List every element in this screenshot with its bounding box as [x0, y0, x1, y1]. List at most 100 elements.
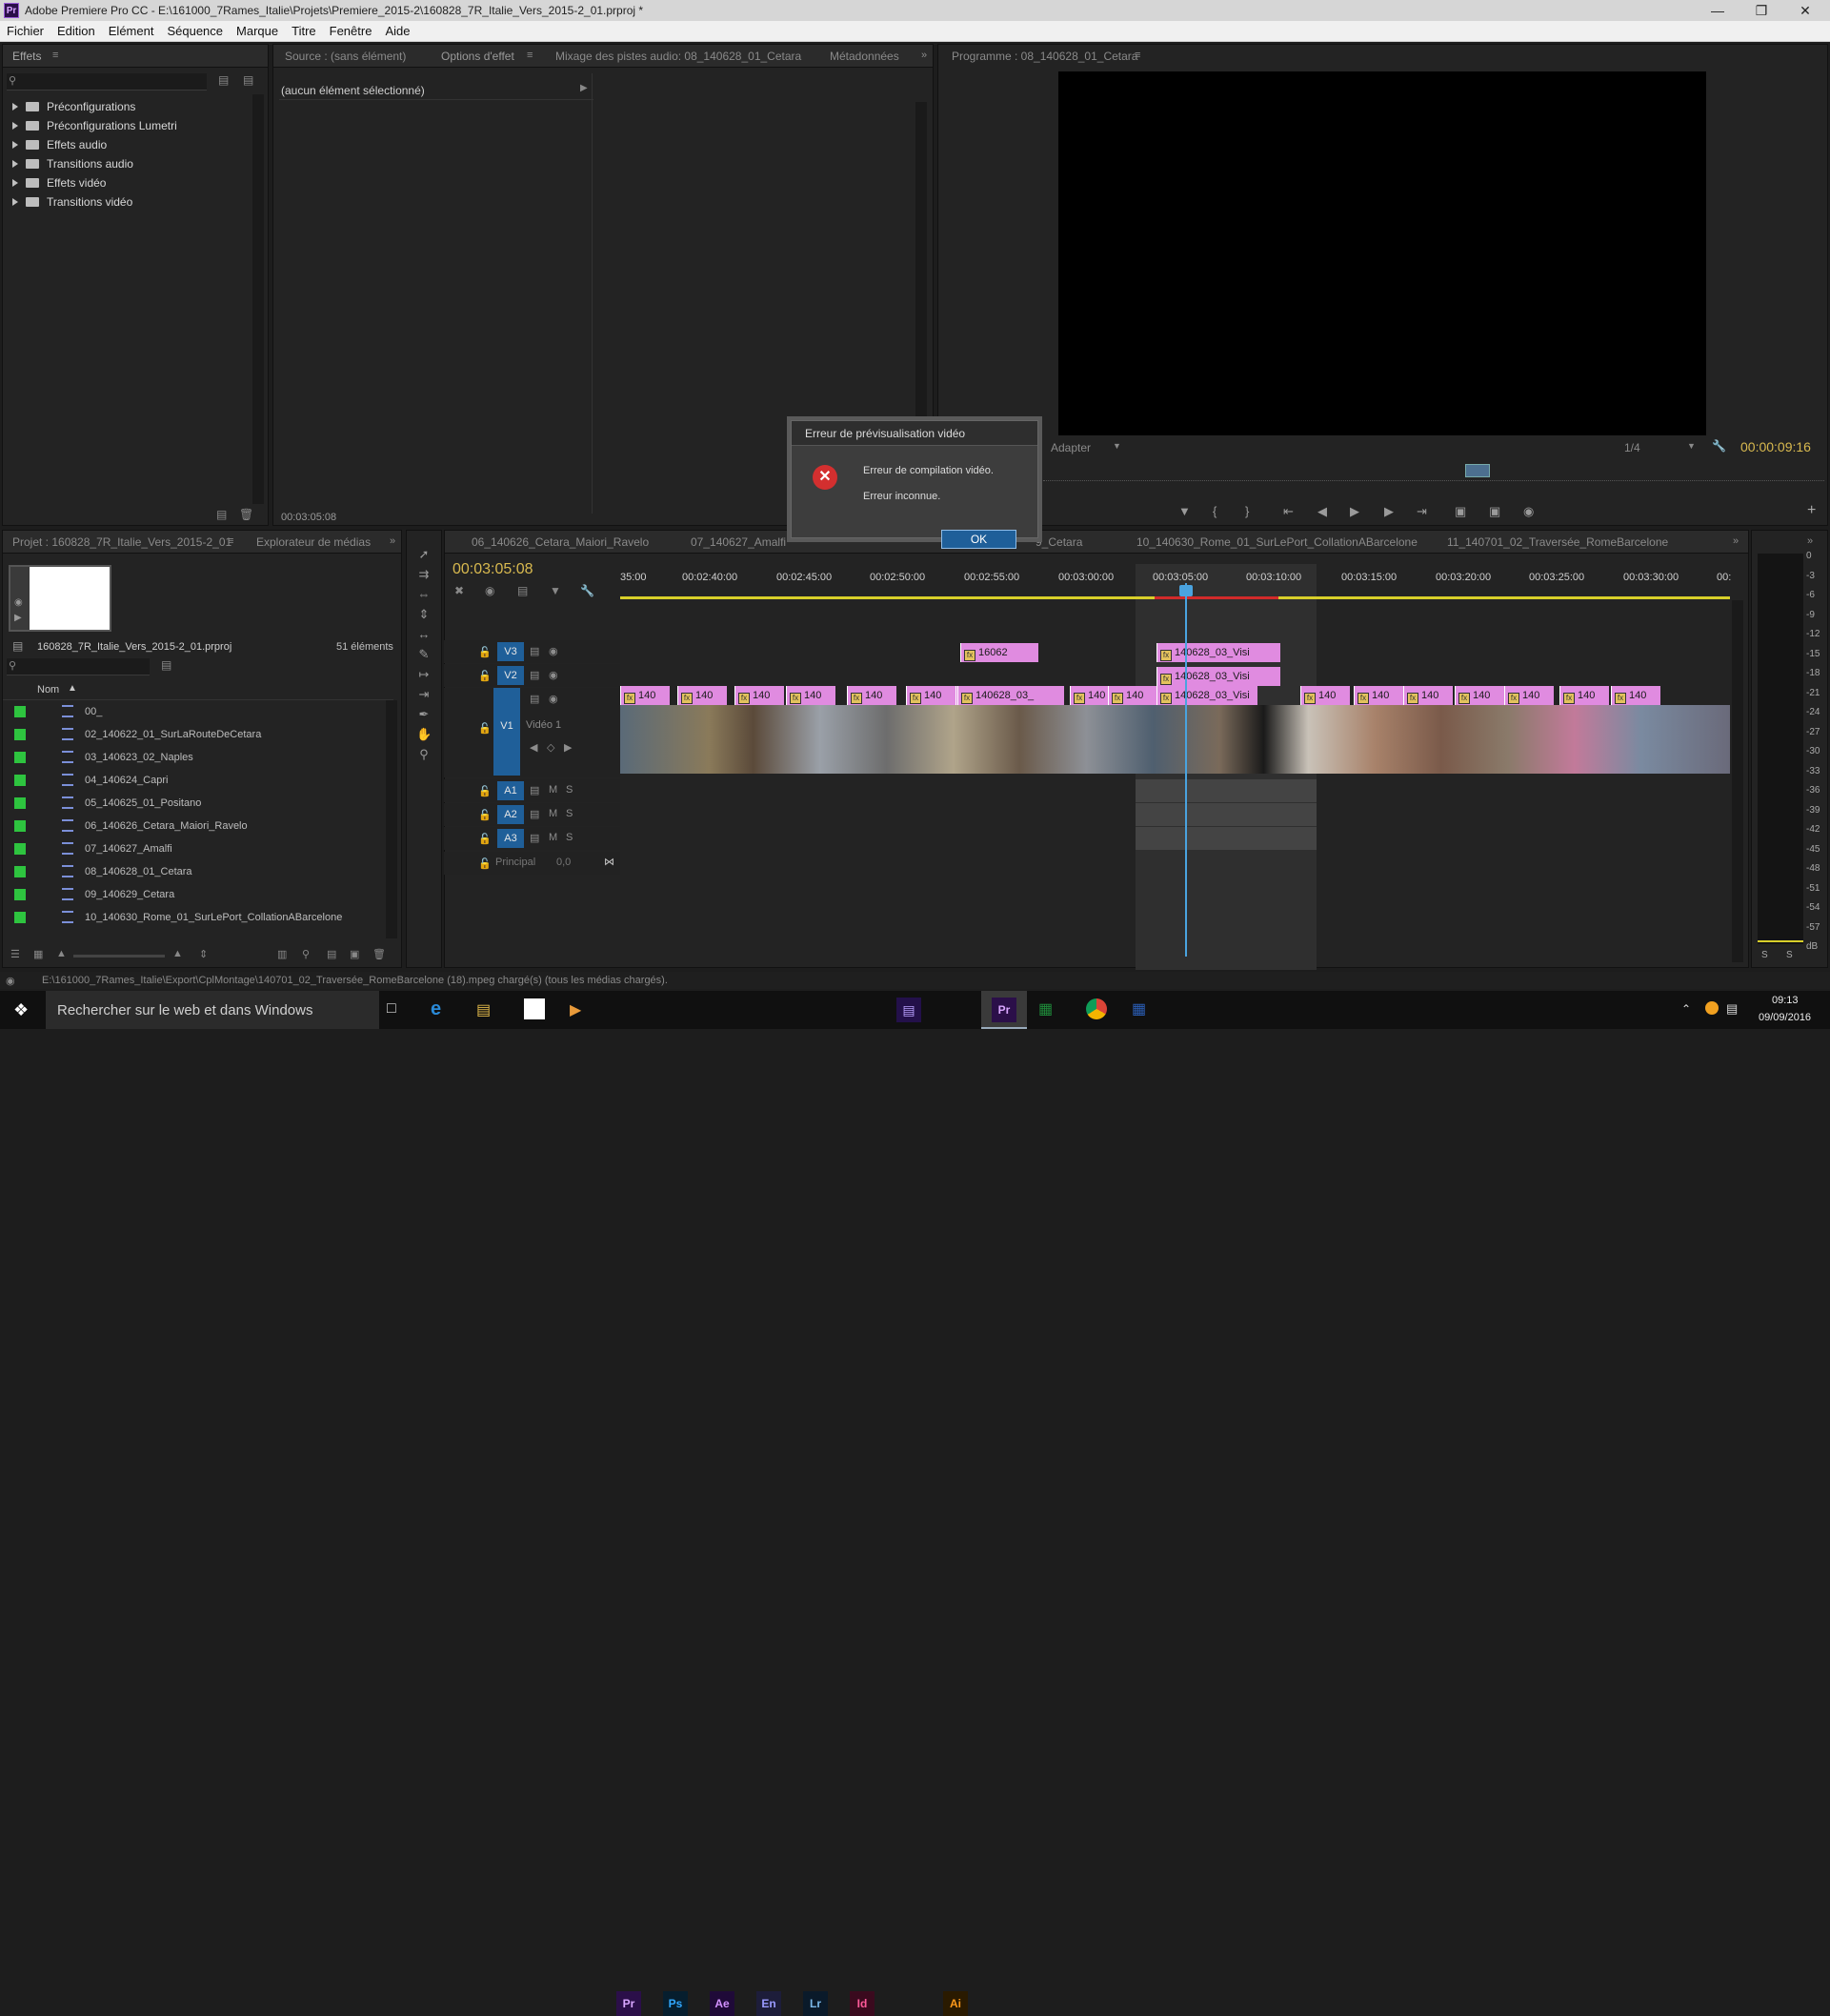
indesign-taskbar-icon[interactable]: Id [850, 1991, 875, 2016]
clip-v1[interactable]: fx140 [1455, 686, 1504, 705]
new-bin-icon[interactable]: ▤ [327, 948, 336, 960]
photoshop-taskbar-icon[interactable]: Ps [663, 1991, 688, 2016]
menu-titre[interactable]: Titre [285, 21, 323, 42]
audio-track-a2-area[interactable] [1136, 803, 1317, 826]
eye-icon[interactable]: ◉ [549, 645, 558, 657]
list-item[interactable]: 06_140626_Cetara_Maiori_Ravelo [3, 815, 393, 837]
ripple-edit-tool-icon[interactable]: ⇔ [416, 587, 432, 602]
mark-out-icon[interactable]: } [1245, 504, 1249, 518]
expand-icon[interactable] [12, 198, 18, 206]
sync-lock-icon[interactable]: ▤ [530, 693, 539, 705]
list-item[interactable]: 08_140628_01_Cetara [3, 860, 393, 883]
list-item[interactable]: 05_140625_01_Positano [3, 792, 393, 815]
edge-icon[interactable]: e [431, 998, 441, 1020]
maximize-icon[interactable]: ❐ [1740, 0, 1783, 21]
export-frame-icon[interactable]: ◉ [1523, 504, 1534, 519]
clip-v2[interactable]: fx 140628_03_Visi [1156, 667, 1280, 686]
track-target-a1[interactable]: A1 [497, 781, 524, 800]
lock-icon[interactable]: 🔓 [478, 722, 492, 735]
clip-v1-selected[interactable]: fx 140628_03_Visi [1156, 686, 1257, 705]
mark-in-icon[interactable]: { [1213, 504, 1217, 518]
lock-icon[interactable]: 🔓 [478, 646, 492, 658]
v1-thumbnail-strip[interactable] [620, 705, 1730, 774]
mute-icon[interactable]: M [549, 808, 557, 819]
timeline-timecode[interactable]: 00:03:05:08 [452, 561, 533, 578]
icon-view-icon[interactable]: ▦ [33, 948, 43, 960]
media-player-icon[interactable]: ▶ [570, 1000, 581, 1019]
tab-sequence[interactable]: 9_Cetara [1036, 535, 1082, 549]
encore-taskbar-icon[interactable]: En [756, 1991, 781, 2016]
find-icon[interactable]: ▤ [161, 658, 171, 672]
zoom-tool-icon[interactable]: ⚲ [416, 747, 432, 762]
premiere-active-taskbar[interactable]: Pr [981, 991, 1027, 1029]
clip-v1[interactable]: fx140 [906, 686, 955, 705]
mute-icon[interactable]: M [549, 784, 557, 796]
lock-icon[interactable]: 🔓 [478, 833, 492, 845]
playhead-handle[interactable] [1179, 585, 1193, 596]
new-item-icon[interactable]: ▣ [350, 948, 359, 960]
lock-icon[interactable]: 🔓 [478, 809, 492, 821]
tab-project[interactable]: Projet : 160828_7R_Italie_Vers_2015-2_01 [12, 535, 231, 549]
tray-chevron-icon[interactable]: ⌃ [1681, 1002, 1691, 1016]
premiere-taskbar-icon[interactable]: Pr [616, 1991, 641, 2016]
playhead-line[interactable] [1185, 583, 1187, 957]
clip-v3[interactable]: fx 16062 [960, 643, 1038, 662]
project-search-input[interactable]: ⚲ [7, 658, 150, 675]
prev-keyframe-icon[interactable]: ◀ [530, 741, 537, 754]
menu-fichier[interactable]: Fichier [0, 21, 50, 42]
hand-tool-icon[interactable]: ✋ [416, 727, 432, 742]
eye-icon[interactable]: ◉ [549, 693, 558, 705]
audio-track-a1-area[interactable] [1136, 779, 1317, 802]
tree-item-lumetri-presets[interactable]: Préconfigurations Lumetri [12, 116, 177, 135]
taskbar-search-input[interactable]: Rechercher sur le web et dans Windows [46, 991, 379, 1029]
lock-icon[interactable]: 🔓 [478, 785, 492, 797]
step-forward-icon[interactable]: ▶ [1384, 504, 1394, 519]
linked-selection-icon[interactable]: ◉ [485, 584, 494, 597]
track-target-v2[interactable]: V2 [497, 666, 524, 685]
excel-icon[interactable]: ▦ [1038, 999, 1053, 1018]
program-time-ruler[interactable] [1043, 472, 1824, 481]
tray-notification-icon[interactable] [1705, 1001, 1719, 1015]
tree-item-video-effects[interactable]: Effets vidéo [12, 173, 106, 192]
tab-source[interactable]: Source : (sans élément) [285, 50, 406, 63]
tree-item-presets[interactable]: Préconfigurations [12, 97, 135, 116]
next-keyframe-icon[interactable]: ▶ [564, 741, 572, 754]
list-item[interactable]: 09_140629_Cetara [3, 883, 393, 906]
panel-menu-icon[interactable]: ≡ [228, 535, 233, 547]
tab-effects[interactable]: Effets [12, 50, 41, 63]
mute-icon[interactable]: M [549, 832, 557, 843]
add-button-icon[interactable]: + [1807, 502, 1816, 519]
wrench-icon[interactable]: 🔧 [1712, 439, 1726, 453]
add-keyframe-icon[interactable]: ◇ [547, 741, 554, 754]
more-panels-icon[interactable]: » [1733, 535, 1739, 547]
tree-item-audio-effects[interactable]: Effets audio [12, 135, 107, 154]
sync-lock-icon[interactable]: ▤ [530, 784, 539, 796]
chevron-down-icon[interactable]: ▼ [1687, 441, 1696, 451]
list-view-icon[interactable]: ☰ [10, 948, 20, 960]
marker-icon[interactable]: ▼ [1178, 504, 1191, 518]
add-marker-icon[interactable]: ▤ [517, 584, 528, 597]
menu-aide[interactable]: Aide [378, 21, 416, 42]
lock-icon[interactable]: 🔓 [478, 670, 492, 682]
step-back-icon[interactable]: ◀ [1317, 504, 1327, 519]
rate-stretch-tool-icon[interactable]: ↔ [416, 627, 432, 642]
clip-v1[interactable]: fx140 [1504, 686, 1554, 705]
list-item[interactable]: 00_ [3, 700, 393, 723]
sync-lock-icon[interactable]: ▤ [530, 645, 539, 657]
expand-icon[interactable] [12, 122, 18, 130]
menu-edition[interactable]: Edition [50, 21, 102, 42]
eye-icon[interactable]: ◉ [549, 669, 558, 681]
tab-sequence[interactable]: 10_140630_Rome_01_SurLePort_CollationABa… [1136, 535, 1418, 549]
chevron-down-icon[interactable]: ▼ [1113, 441, 1121, 451]
sort-icon[interactable]: ⇕ [199, 948, 208, 960]
tree-item-video-transitions[interactable]: Transitions vidéo [12, 192, 132, 212]
media-encoder-taskbar-icon[interactable]: ▤ [896, 998, 921, 1022]
new-folder-icon[interactable]: ▤ [216, 508, 227, 521]
go-to-in-icon[interactable]: ⇤ [1283, 504, 1294, 519]
zoom-slider[interactable] [73, 955, 165, 958]
list-item[interactable]: 03_140623_02_Naples [3, 746, 393, 769]
tree-item-audio-transitions[interactable]: Transitions audio [12, 154, 133, 173]
project-scrollbar[interactable] [386, 700, 397, 938]
tab-metadata[interactable]: Métadonnées [830, 50, 899, 63]
file-explorer-icon[interactable]: ▤ [476, 1000, 491, 1019]
